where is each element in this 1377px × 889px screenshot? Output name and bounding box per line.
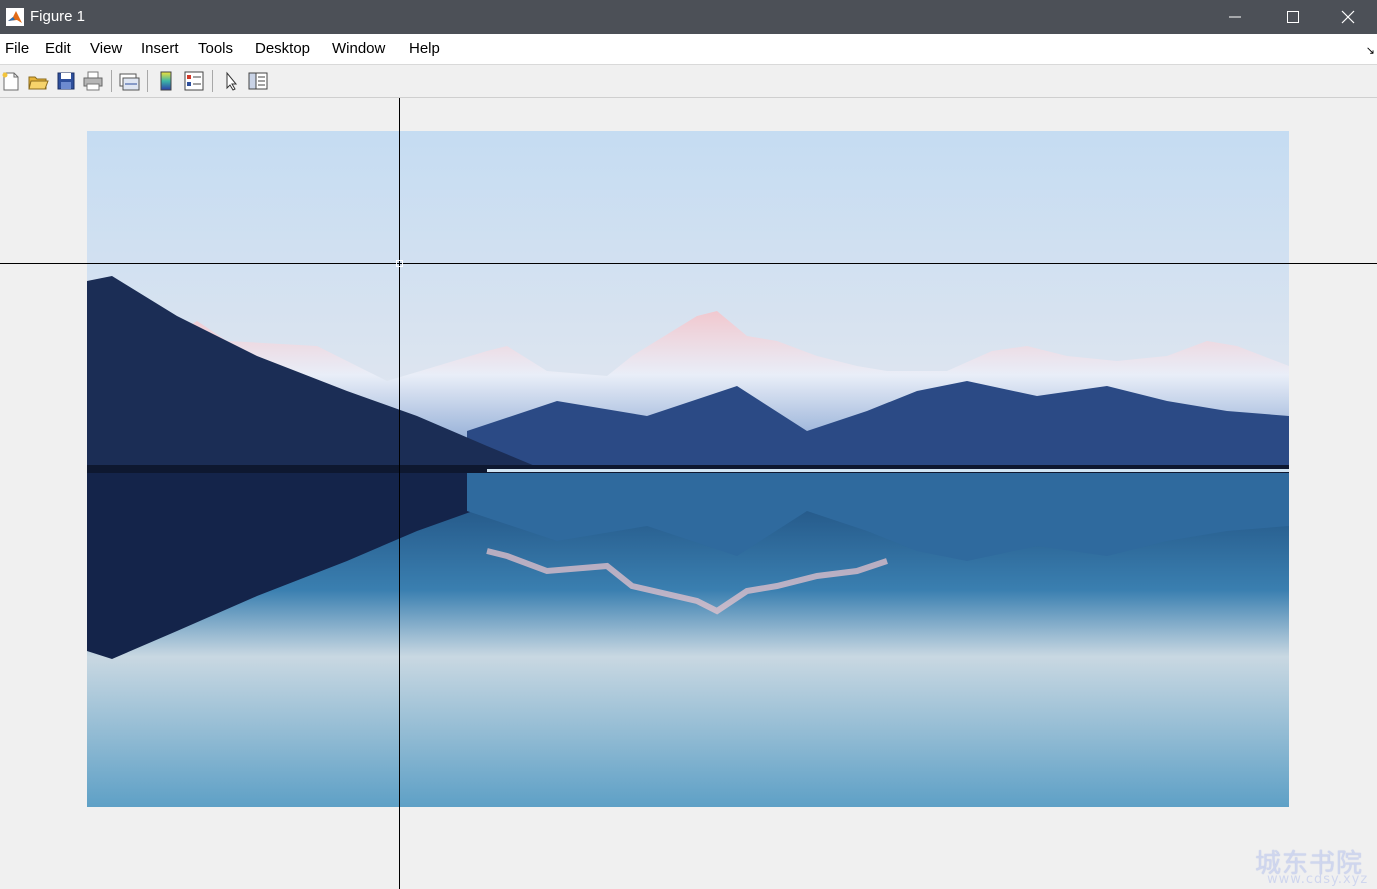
maximize-icon	[1287, 11, 1299, 23]
menu-help[interactable]: Help	[409, 40, 440, 57]
landscape-image	[87, 131, 1289, 807]
close-button[interactable]	[1319, 0, 1377, 34]
toolbar-separator	[147, 70, 148, 92]
crosshair-cursor-icon	[396, 260, 403, 267]
menu-desktop[interactable]: Desktop	[255, 40, 310, 57]
close-icon	[1341, 10, 1355, 24]
print-figure-icon[interactable]	[82, 70, 104, 92]
link-plot-icon[interactable]	[118, 70, 140, 92]
toolbar-separator	[111, 70, 112, 92]
insert-legend-icon[interactable]	[183, 70, 205, 92]
maximize-button[interactable]	[1264, 0, 1322, 34]
menu-file[interactable]: File	[5, 40, 29, 57]
property-inspector-icon[interactable]	[247, 70, 269, 92]
insert-colorbar-icon[interactable]	[155, 70, 177, 92]
save-figure-icon[interactable]	[55, 70, 77, 92]
crosshair-horizontal-line	[0, 263, 1377, 264]
minimize-button[interactable]	[1206, 0, 1264, 34]
figure-canvas[interactable]	[0, 98, 1377, 889]
open-file-icon[interactable]	[27, 70, 49, 92]
menu-edit[interactable]: Edit	[45, 40, 71, 57]
toolbar-separator	[212, 70, 213, 92]
title-bar: Figure 1	[0, 0, 1377, 34]
menu-view[interactable]: View	[90, 40, 122, 57]
menu-window[interactable]: Window	[332, 40, 385, 57]
new-figure-icon[interactable]	[0, 70, 22, 92]
menu-bar: File Edit View Insert Tools Desktop Wind…	[0, 34, 1377, 65]
menu-insert[interactable]: Insert	[141, 40, 179, 57]
crosshair-vertical-line	[399, 98, 400, 889]
minimize-icon	[1229, 16, 1241, 18]
menu-tools[interactable]: Tools	[198, 40, 233, 57]
watermark-url: www.cdsy.xyz	[1267, 872, 1369, 887]
watermark: 城东书院 www.cdsy.xyz	[1255, 843, 1375, 889]
dock-figure-arrow-icon[interactable]: ↘	[1366, 44, 1375, 57]
window-title: Figure 1	[30, 8, 86, 25]
figure-toolbar	[0, 65, 1377, 98]
matlab-icon	[6, 8, 24, 26]
edit-plot-icon[interactable]	[220, 70, 242, 92]
